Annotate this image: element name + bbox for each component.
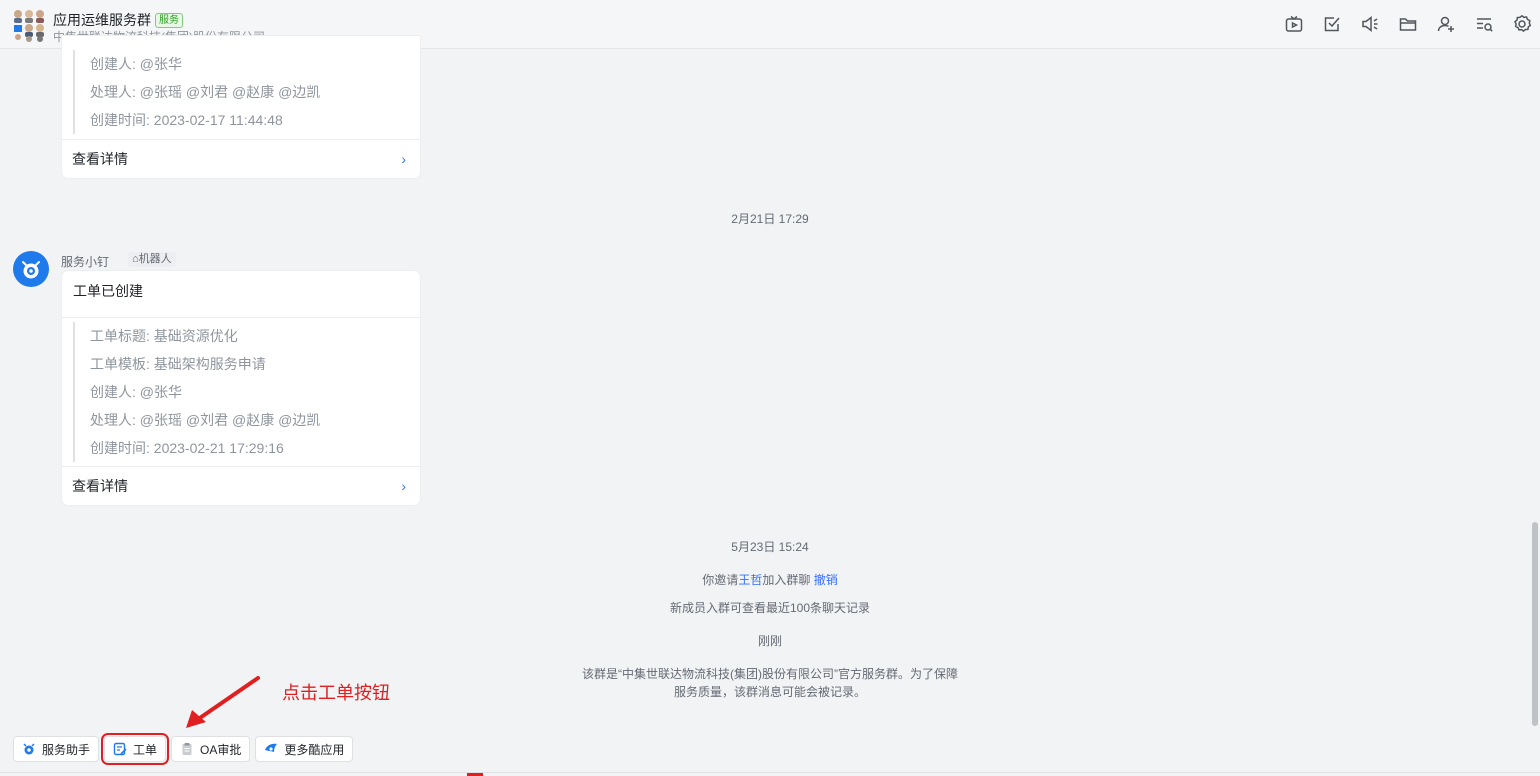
view-details-label: 查看详情 <box>72 151 128 167</box>
invite-notice: 你邀请王哲加入群聊 撤销 <box>0 571 1540 588</box>
ticket-template: 工单模板: 基础架构服务申请 <box>90 356 266 372</box>
ticket-details: 创建人: @张华 处理人: @张瑶 @刘君 @赵康 @边凯 创建时间: 2023… <box>73 50 320 134</box>
group-title: 应用运维服务群 服务 <box>53 10 183 30</box>
ticket-card: 工单已创建 工单标题: 基础资源优化 工单模板: 基础架构服务申请 创建人: @… <box>62 271 420 505</box>
announcement-icon[interactable] <box>1360 14 1380 34</box>
view-details-label: 查看详情 <box>72 478 128 494</box>
ticket-creator: 创建人: @张华 <box>90 384 182 400</box>
cool-apps-icon <box>264 742 278 756</box>
folder-icon[interactable] <box>1398 14 1418 34</box>
service-assistant-label: 服务助手 <box>42 742 91 757</box>
live-tv-icon[interactable] <box>1284 14 1304 34</box>
message-timestamp: 5月23日 15:24 <box>731 540 809 554</box>
input-divider <box>0 772 1540 773</box>
group-avatar[interactable] <box>12 8 46 42</box>
ticket-created-time: 创建时间: 2023-02-21 17:29:16 <box>90 440 284 456</box>
settings-icon[interactable] <box>1512 14 1532 34</box>
group-name: 应用运维服务群 <box>53 12 151 28</box>
revoke-link[interactable]: 撤销 <box>814 573 838 587</box>
oa-approval-button[interactable]: OA审批 <box>171 736 251 762</box>
bot-avatar[interactable] <box>13 251 49 287</box>
chevron-right-icon: › <box>401 478 406 494</box>
history-notice: 新成员入群可查看最近100条聊天记录 <box>669 601 871 615</box>
todo-check-icon[interactable] <box>1322 14 1342 34</box>
invite-prefix: 你邀请 <box>702 573 739 587</box>
annotation-text: 点击工单按钮 <box>282 683 390 703</box>
ticket-card-previous: 创建人: @张华 处理人: @张瑶 @刘君 @赵康 @边凯 创建时间: 2023… <box>62 36 420 178</box>
ticket-details: 工单标题: 基础资源优化 工单模板: 基础架构服务申请 创建人: @张华 处理人… <box>73 322 320 462</box>
bot-icon <box>22 742 36 756</box>
ticket-button[interactable]: 工单 <box>101 733 170 765</box>
more-apps-label: 更多酷应用 <box>284 742 345 757</box>
view-details-link[interactable]: 查看详情 › <box>62 467 420 505</box>
card-title: 工单已创建 <box>73 283 143 299</box>
chevron-right-icon: › <box>401 151 406 167</box>
invited-user-link[interactable]: 王哲 <box>738 573 762 587</box>
search-history-icon[interactable] <box>1474 14 1494 34</box>
invite-suffix: 加入群聊 <box>762 573 811 587</box>
view-details-link[interactable]: 查看详情 › <box>62 140 420 178</box>
message-timestamp: 刚刚 <box>757 634 782 648</box>
add-member-icon[interactable] <box>1436 14 1456 34</box>
ticket-label: 工单 <box>133 742 158 757</box>
ticket-creator: 创建人: @张华 <box>90 56 182 72</box>
ticket-created-time: 创建时间: 2023-02-17 11:44:48 <box>90 112 283 128</box>
clipboard-icon <box>180 742 194 756</box>
header-toolbar <box>1284 14 1532 34</box>
message-timestamp: 2月21日 17:29 <box>731 212 809 226</box>
robot-tag: ⌂机器人 <box>128 252 176 267</box>
ticket-handlers: 处理人: @张瑶 @刘君 @赵康 @边凯 <box>90 412 321 428</box>
annotation-arrow <box>186 676 260 728</box>
card-divider <box>62 317 420 318</box>
ticket-handlers: 处理人: @张瑶 @刘君 @赵康 @边凯 <box>90 84 321 100</box>
robot-tag-label: 机器人 <box>138 253 172 265</box>
more-apps-button[interactable]: 更多酷应用 <box>255 736 354 762</box>
robot-icon: ⌂ <box>132 253 139 265</box>
ticket-title: 工单标题: 基础资源优化 <box>90 328 238 344</box>
scrollbar-thumb[interactable] <box>1532 522 1538 726</box>
service-assistant-button[interactable]: 服务助手 <box>13 736 100 762</box>
bot-name: 服务小钉 <box>61 255 110 269</box>
oa-approval-label: OA审批 <box>200 742 242 757</box>
ticket-edit-icon <box>113 742 127 756</box>
service-badge: 服务 <box>155 12 183 28</box>
app-toolbar: 服务助手 工单 OA审批 更多酷应用 <box>13 733 354 765</box>
